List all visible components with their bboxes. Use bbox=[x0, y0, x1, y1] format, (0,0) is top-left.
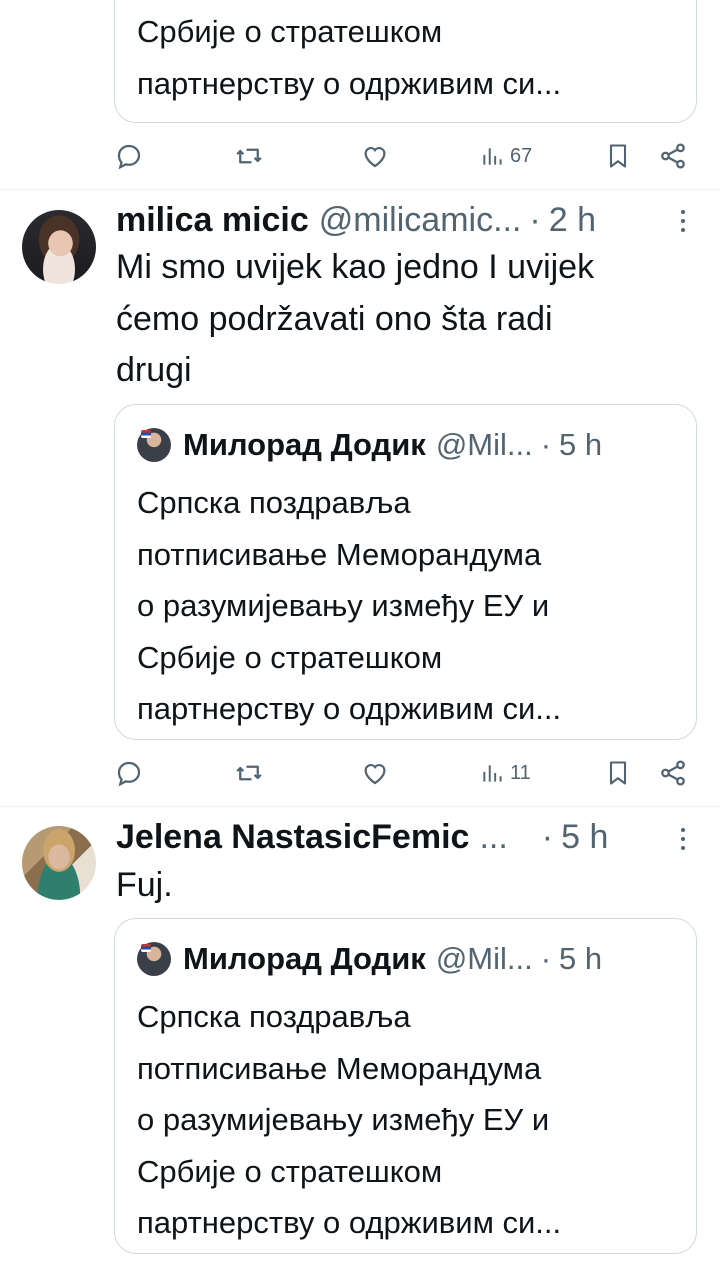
views-count: 67 bbox=[510, 144, 533, 167]
quoted-tweet-header: Милорад Додик @Mil... · 5 h bbox=[137, 425, 677, 465]
tweet-header: Jelena NastasicFemic ... · 5 h bbox=[116, 814, 608, 860]
retweet-button[interactable] bbox=[234, 753, 264, 793]
tweet-actions: 11 bbox=[114, 753, 694, 793]
like-button[interactable] bbox=[360, 753, 390, 793]
share-button[interactable] bbox=[658, 136, 688, 176]
tweet-header: milica micic @milicamic... · 2 h bbox=[116, 197, 596, 243]
share-button[interactable] bbox=[658, 753, 688, 793]
quoted-tweet-header: Милорад Додик @Mil... · 5 h bbox=[137, 939, 677, 979]
reply-icon bbox=[117, 144, 141, 170]
like-icon bbox=[364, 764, 386, 785]
like-button[interactable] bbox=[360, 136, 390, 176]
avatar[interactable] bbox=[22, 826, 96, 900]
tweet-text: Mi smo uvijek kao jedno I uvijek ćemo po… bbox=[116, 248, 595, 389]
quoted-tweet-time: 5 h bbox=[559, 941, 603, 976]
more-icon[interactable] bbox=[676, 824, 690, 854]
quoted-tweet-time: 5 h bbox=[559, 427, 603, 462]
retweet-icon bbox=[236, 765, 262, 781]
views-icon bbox=[483, 148, 502, 165]
tweet-divider bbox=[0, 189, 720, 190]
more-icon[interactable] bbox=[676, 206, 690, 236]
separator-dot: · bbox=[540, 427, 552, 462]
retweet-icon bbox=[236, 148, 262, 164]
retweet-button[interactable] bbox=[234, 136, 264, 176]
author-name[interactable]: milica micic bbox=[116, 201, 309, 240]
tweet-text: Fuj. bbox=[116, 866, 173, 904]
bookmark-button[interactable] bbox=[604, 753, 632, 793]
views-icon bbox=[483, 765, 502, 782]
quoted-tweet-card[interactable]: Србије о стратешком партнерству о одржив… bbox=[114, 0, 697, 123]
separator-dot: · bbox=[529, 200, 541, 239]
reply-button[interactable] bbox=[114, 753, 144, 793]
author-name[interactable]: Jelena NastasicFemic bbox=[116, 818, 469, 857]
quoted-author-name: Милорад Додик bbox=[183, 941, 426, 976]
quoted-tweet-card[interactable]: Милорад Додик @Mil... · 5 h Српска поздр… bbox=[114, 404, 697, 740]
quoted-tweet-text: Српска поздравља потписивање Меморандума… bbox=[137, 999, 562, 1240]
share-icon bbox=[661, 143, 685, 169]
like-icon bbox=[364, 147, 386, 168]
separator-dot: · bbox=[540, 941, 552, 976]
quoted-author-name: Милорад Додик bbox=[183, 427, 426, 462]
tweet-time[interactable]: 5 h bbox=[561, 818, 608, 857]
quoted-author-handle: @Mil... bbox=[435, 427, 533, 462]
views-button[interactable]: 67 bbox=[480, 136, 532, 176]
bookmark-icon bbox=[609, 761, 627, 785]
views-count: 11 bbox=[510, 761, 531, 784]
quoted-avatar bbox=[137, 428, 171, 462]
quoted-author-handle: @Mil... bbox=[435, 941, 533, 976]
avatar[interactable] bbox=[22, 210, 96, 284]
author-handle[interactable]: @milicamic... bbox=[319, 201, 522, 240]
tweet-actions: 67 bbox=[114, 136, 694, 176]
separator-dot: · bbox=[541, 817, 554, 856]
quoted-avatar bbox=[137, 942, 171, 976]
quoted-tweet-text: Србије о стратешком партнерству о одржив… bbox=[137, 14, 562, 101]
quoted-tweet-text: Српска поздравља потписивање Меморандума… bbox=[137, 485, 562, 726]
reply-button[interactable] bbox=[114, 136, 144, 176]
author-handle[interactable]: ... bbox=[479, 818, 507, 857]
share-icon bbox=[661, 760, 685, 786]
tweet-time[interactable]: 2 h bbox=[549, 201, 596, 240]
bookmark-icon bbox=[609, 144, 627, 168]
tweet-divider bbox=[0, 806, 720, 807]
bookmark-button[interactable] bbox=[604, 136, 632, 176]
reply-icon bbox=[117, 761, 141, 787]
quoted-tweet-card[interactable]: Милорад Додик @Mil... · 5 h Српска поздр… bbox=[114, 918, 697, 1254]
views-button[interactable]: 11 bbox=[480, 753, 531, 793]
